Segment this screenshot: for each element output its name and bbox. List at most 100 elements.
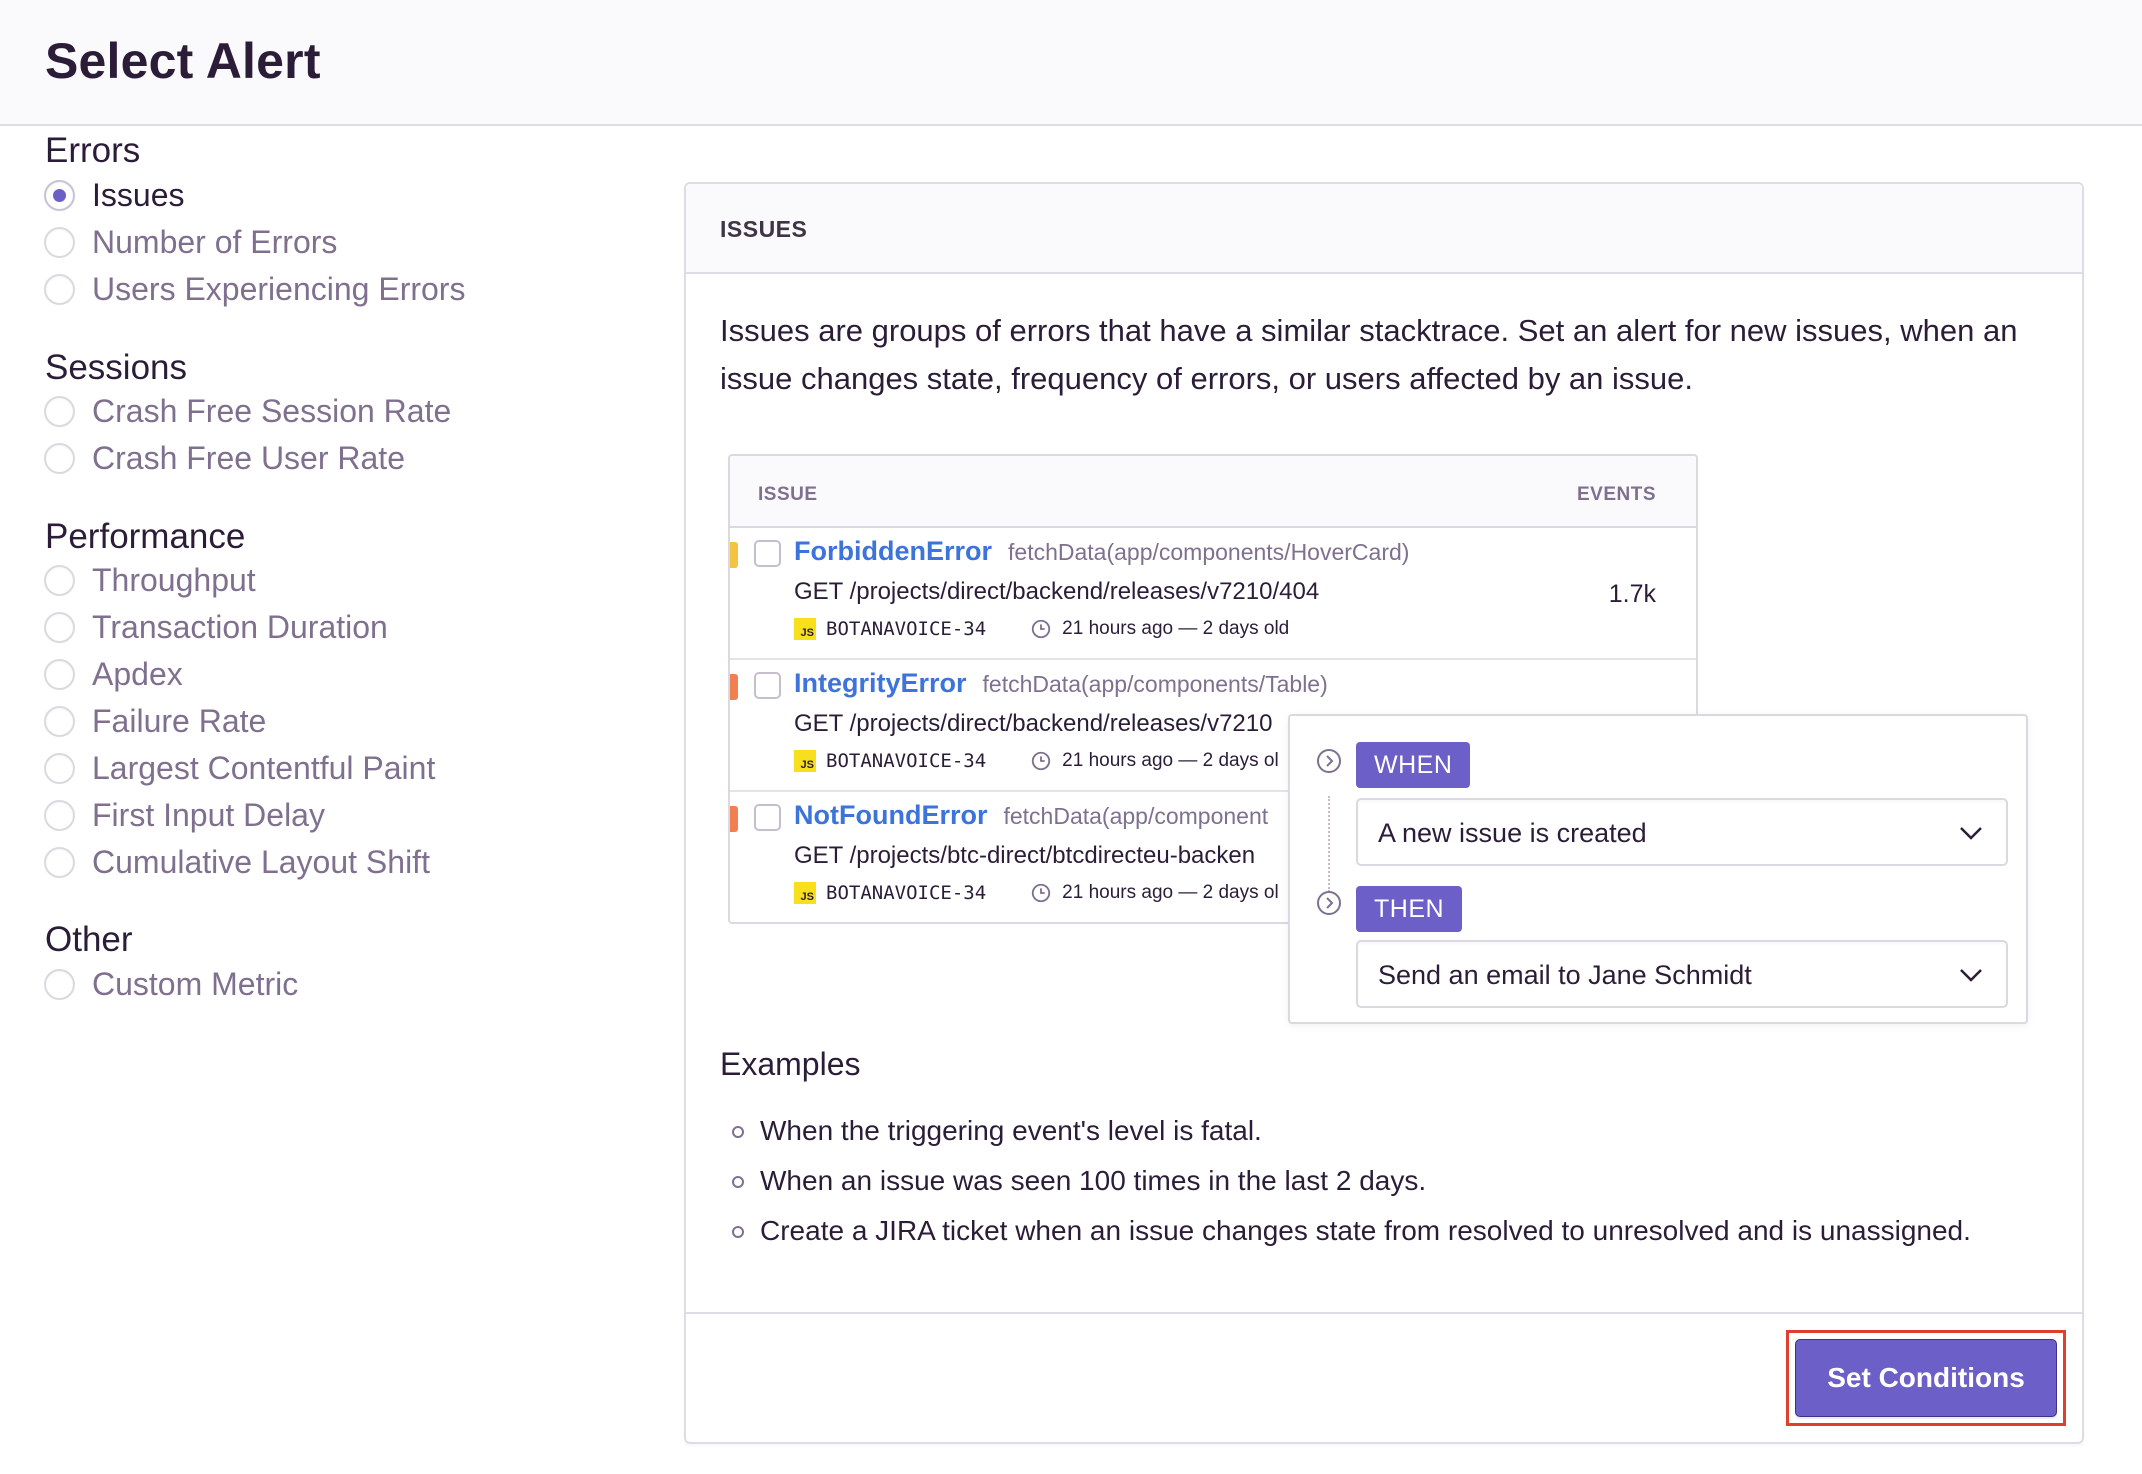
bullet-icon	[732, 1126, 744, 1138]
list-item: When the triggering event's level is fat…	[720, 1106, 1971, 1156]
panel-description: Issues are groups of errors that have a …	[720, 313, 2018, 396]
panel-header: ISSUES	[686, 184, 2082, 274]
when-select[interactable]: A new issue is created	[1356, 798, 2008, 866]
option-label: Cumulative Layout Shift	[92, 843, 430, 880]
issue-meta: JS BOTANAVOICE-34 21 hours ago — 2 days …	[794, 748, 1279, 774]
then-select-value: Send an email to Jane Schmidt	[1378, 960, 1752, 990]
example-text: When the triggering event's level is fat…	[760, 1115, 1262, 1146]
radio-failure-rate[interactable]	[44, 705, 75, 737]
option-first-input-delay[interactable]: First Input Delay	[44, 790, 325, 840]
option-transaction-duration[interactable]: Transaction Duration	[44, 602, 388, 652]
issue-title[interactable]: IntegrityError fetchData(app/components/T…	[794, 668, 1328, 699]
issue-culprit: fetchData(app/components/HoverCard)	[1008, 539, 1410, 565]
issue-title-text[interactable]: ForbiddenError	[794, 536, 992, 566]
radio-largest-contentful-paint[interactable]	[44, 752, 75, 784]
option-issues[interactable]: Issues	[44, 170, 184, 220]
issue-short-id: BOTANAVOICE-34	[826, 618, 987, 640]
option-label: First Input Delay	[92, 796, 325, 833]
rule-builder-preview: WHEN A new issue is created THEN Send an…	[1288, 714, 2028, 1024]
js-platform-icon: JS	[794, 618, 816, 640]
option-crash-free-user-rate[interactable]: Crash Free User Rate	[44, 433, 405, 483]
then-tag: THEN	[1356, 886, 1463, 932]
radio-number-of-errors[interactable]	[44, 226, 75, 258]
level-indicator	[730, 806, 738, 832]
bullet-icon	[732, 1226, 744, 1238]
row-checkbox[interactable]	[754, 540, 781, 567]
issue-title[interactable]: ForbiddenError fetchData(app/components/H…	[794, 536, 1409, 567]
issue-title[interactable]: NotFoundError fetchData(app/component	[794, 800, 1268, 831]
row-checkbox[interactable]	[754, 804, 781, 831]
option-throughput[interactable]: Throughput	[44, 555, 256, 605]
issue-age: 21 hours ago — 2 days ol	[1062, 750, 1279, 771]
clock-icon	[1031, 751, 1051, 771]
option-label: Apdex	[92, 655, 183, 692]
bullet-icon	[732, 1176, 744, 1188]
option-users-experiencing-errors[interactable]: Users Experiencing Errors	[44, 264, 465, 314]
issue-culprit: fetchData(app/components/Table)	[982, 671, 1328, 697]
option-cumulative-layout-shift[interactable]: Cumulative Layout Shift	[44, 837, 430, 887]
group-title-sessions: Sessions	[45, 348, 188, 387]
group-title-errors: Errors	[45, 131, 141, 170]
examples-list: When the triggering event's level is fat…	[720, 1106, 1971, 1256]
issue-short-id: BOTANAVOICE-34	[826, 750, 987, 772]
option-label: Crash Free Session Rate	[92, 392, 452, 429]
issue-message: GET /projects/direct/backend/releases/v7…	[794, 578, 1320, 605]
table-row: ForbiddenError fetchData(app/components/H…	[730, 528, 1696, 660]
option-label: Largest Contentful Paint	[92, 749, 436, 786]
radio-crash-free-user-rate[interactable]	[44, 442, 75, 474]
highlight-box: Set Conditions	[1786, 1330, 2066, 1426]
radio-crash-free-session-rate[interactable]	[44, 395, 75, 427]
radio-first-input-delay[interactable]	[44, 799, 75, 831]
panel-header-title: ISSUES	[720, 216, 808, 242]
page-title: Select Alert	[45, 33, 321, 89]
radio-cumulative-layout-shift[interactable]	[44, 846, 75, 878]
option-failure-rate[interactable]: Failure Rate	[44, 696, 266, 746]
radio-custom-metric[interactable]	[44, 968, 75, 1000]
chevron-down-icon	[1960, 969, 1982, 982]
option-largest-contentful-paint[interactable]: Largest Contentful Paint	[44, 743, 435, 793]
option-label: Number of Errors	[92, 223, 338, 260]
chevron-circle-icon	[1317, 891, 1341, 915]
issue-title-text[interactable]: NotFoundError	[794, 800, 987, 830]
issue-age: 21 hours ago — 2 days ol	[1062, 882, 1279, 903]
option-label: Custom Metric	[92, 965, 299, 1002]
option-label: Crash Free User Rate	[92, 439, 405, 476]
when-tag: WHEN	[1356, 742, 1471, 788]
issue-culprit: fetchData(app/component	[1003, 803, 1269, 829]
alert-description-panel: ISSUES Issues are groups of errors that …	[684, 182, 2084, 1444]
option-apdex[interactable]: Apdex	[44, 649, 183, 699]
row-checkbox[interactable]	[754, 672, 781, 699]
option-number-of-errors[interactable]: Number of Errors	[44, 217, 337, 267]
table-header: ISSUE EVENTS	[730, 456, 1696, 528]
set-conditions-button[interactable]: Set Conditions	[1795, 1339, 2057, 1417]
option-label: Throughput	[92, 561, 256, 598]
js-platform-icon: JS	[794, 882, 816, 904]
js-platform-icon: JS	[794, 750, 816, 772]
then-select[interactable]: Send an email to Jane Schmidt	[1356, 940, 2008, 1008]
radio-transaction-duration[interactable]	[44, 611, 75, 643]
example-text: Create a JIRA ticket when an issue chang…	[760, 1215, 1971, 1246]
group-title-performance: Performance	[45, 517, 246, 556]
issue-meta: JS BOTANAVOICE-34 21 hours ago — 2 days …	[794, 880, 1279, 906]
column-header-events: EVENTS	[1576, 484, 1656, 505]
option-custom-metric[interactable]: Custom Metric	[44, 959, 298, 1009]
issue-events-count: 1.7k	[1608, 580, 1656, 608]
radio-apdex[interactable]	[44, 658, 75, 690]
option-label: Issues	[92, 176, 185, 213]
radio-throughput[interactable]	[44, 564, 75, 596]
issue-age: 21 hours ago — 2 days old	[1062, 618, 1290, 639]
column-header-issue: ISSUE	[758, 484, 818, 505]
chevron-down-icon	[1960, 827, 1982, 840]
radio-users-experiencing-errors[interactable]	[44, 273, 75, 305]
issue-title-text[interactable]: IntegrityError	[794, 668, 967, 698]
clock-icon	[1031, 619, 1051, 639]
option-label: Failure Rate	[92, 702, 267, 739]
group-title-other: Other	[45, 920, 133, 959]
option-crash-free-session-rate[interactable]: Crash Free Session Rate	[44, 386, 451, 436]
list-item: Create a JIRA ticket when an issue chang…	[720, 1206, 1971, 1256]
clock-icon	[1031, 883, 1051, 903]
chevron-circle-icon	[1317, 749, 1341, 773]
issue-meta: JS BOTANAVOICE-34 21 hours ago — 2 days …	[794, 616, 1289, 642]
radio-issues[interactable]	[44, 179, 75, 211]
issue-message: GET /projects/btc-direct/btcdirecteu-bac…	[794, 842, 1256, 869]
